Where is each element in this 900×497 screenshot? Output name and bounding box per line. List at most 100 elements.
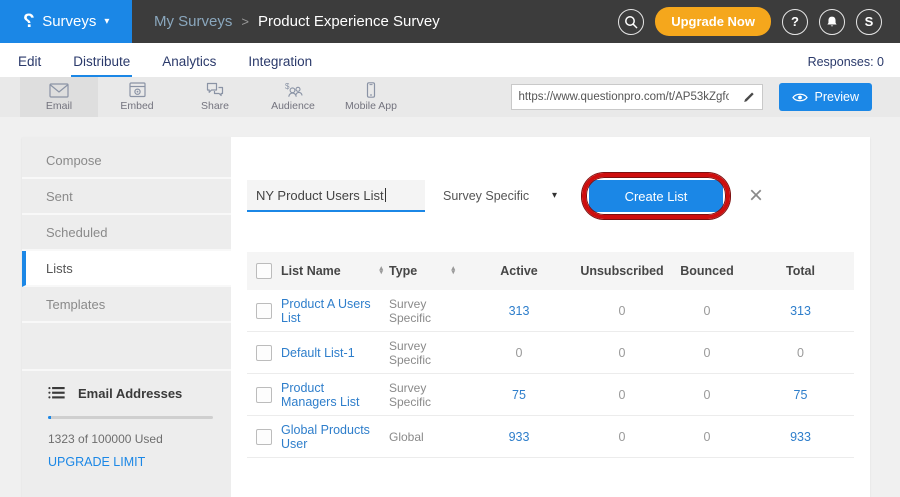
breadcrumb-separator: > [241, 14, 249, 29]
total-count[interactable]: 75 [747, 388, 854, 402]
table-row: Product A Users List Survey Specific 313… [247, 290, 854, 332]
unsubscribed-count: 0 [577, 346, 667, 360]
responses-count[interactable]: Responses: 0 [808, 55, 884, 77]
bounced-count: 0 [667, 430, 747, 444]
active-count[interactable]: 75 [461, 388, 577, 402]
toolbar-item-label: Audience [271, 100, 315, 112]
lists-table: List Name ▴▾ Type ▴▾ Active Unsubscribed… [247, 252, 854, 458]
notifications-button[interactable] [819, 9, 845, 35]
unsubscribed-count: 0 [577, 304, 667, 318]
active-count[interactable]: 0 [461, 346, 577, 360]
create-list-row: NY Product Users List Survey Specific ▾ … [247, 180, 854, 212]
list-name-input[interactable]: NY Product Users List [247, 180, 425, 212]
breadcrumb-my-surveys[interactable]: My Surveys [154, 13, 232, 30]
upgrade-now-button[interactable]: Upgrade Now [655, 7, 771, 36]
toolbar-item-share[interactable]: Share [176, 77, 254, 117]
row-checkbox[interactable] [256, 387, 272, 403]
active-count[interactable]: 933 [461, 430, 577, 444]
sort-list-name-icon[interactable]: ▴▾ [379, 267, 383, 276]
create-list-wrap: Create List [589, 180, 723, 212]
preview-button[interactable]: Preview [779, 83, 872, 111]
toolbar-item-label: Embed [120, 100, 153, 112]
toolbar-right: Preview [511, 77, 900, 117]
bounced-count: 0 [667, 388, 747, 402]
list-type-selected: Survey Specific [443, 189, 529, 203]
close-create-form-button[interactable]: × [749, 184, 763, 208]
toolbar-item-label: Mobile App [345, 100, 397, 112]
tab-distribute[interactable]: Distribute [71, 47, 132, 77]
email-usage-text: 1323 of 100000 Used [22, 432, 231, 446]
mobile-phone-icon [363, 82, 379, 98]
column-active: Active [461, 264, 577, 278]
survey-url-box [511, 84, 763, 110]
create-list-button[interactable]: Create List [589, 180, 723, 212]
upgrade-limit-link[interactable]: UPGRADE LIMIT [48, 455, 145, 469]
email-addresses-header: Email Addresses [22, 385, 231, 401]
distribute-content: Compose Sent Scheduled Lists Templates E… [22, 137, 870, 497]
column-unsubscribed: Unsubscribed [577, 264, 667, 278]
list-name-link[interactable]: Global Products User [281, 423, 383, 451]
list-type-dropdown[interactable]: Survey Specific ▾ [435, 180, 565, 212]
embed-icon [129, 82, 146, 98]
pencil-icon [742, 91, 755, 104]
breadcrumb-survey-title: Product Experience Survey [258, 13, 440, 30]
tab-integration[interactable]: Integration [246, 47, 314, 77]
product-menu-label: Surveys [42, 13, 96, 30]
chevron-down-icon: ▾ [104, 17, 109, 27]
unsubscribed-count: 0 [577, 430, 667, 444]
tab-edit[interactable]: Edit [16, 47, 43, 77]
toolbar-item-mobile-app[interactable]: Mobile App [332, 77, 410, 117]
list-name-link[interactable]: Product A Users List [281, 297, 383, 325]
sidebar-item-scheduled[interactable]: Scheduled [22, 215, 231, 251]
email-usage-progress-fill [48, 416, 51, 419]
sidebar-item-compose[interactable]: Compose [22, 143, 231, 179]
question-mark-icon: ? [791, 14, 799, 29]
column-list-name: List Name [281, 264, 341, 278]
list-name-value: NY Product Users List [256, 188, 384, 203]
share-icon [206, 82, 224, 98]
lists-panel: NY Product Users List Survey Specific ▾ … [231, 137, 870, 497]
top-bar: ? Surveys ▾ My Surveys > Product Experie… [0, 0, 900, 43]
select-all-checkbox[interactable] [256, 263, 272, 279]
account-avatar[interactable]: S [856, 9, 882, 35]
envelope-icon [49, 83, 69, 98]
tab-analytics[interactable]: Analytics [160, 47, 218, 77]
toolbar-item-embed[interactable]: Embed [98, 77, 176, 117]
bell-icon [824, 14, 840, 30]
table-row: Product Managers List Survey Specific 75… [247, 374, 854, 416]
surveys-product-menu[interactable]: ? Surveys ▾ [0, 0, 132, 43]
chevron-down-icon: ▾ [552, 191, 557, 201]
toolbar-item-email[interactable]: Email [20, 77, 98, 117]
table-row: Global Products User Global 933 0 0 933 [247, 416, 854, 458]
sidebar-item-sent[interactable]: Sent [22, 179, 231, 215]
distribute-toolbar: Email Embed Share $ [0, 77, 900, 117]
help-button[interactable]: ? [782, 9, 808, 35]
active-count[interactable]: 313 [461, 304, 577, 318]
sidebar-item-lists[interactable]: Lists [22, 251, 231, 287]
breadcrumb: My Surveys > Product Experience Survey [154, 13, 440, 30]
column-type: Type [389, 264, 417, 278]
audience-icon: $ [284, 82, 303, 98]
toolbar-item-audience[interactable]: $ Audience [254, 77, 332, 117]
unsubscribed-count: 0 [577, 388, 667, 402]
total-count[interactable]: 0 [747, 346, 854, 360]
sidebar-item-templates[interactable]: Templates [22, 287, 231, 323]
edit-url-button[interactable] [736, 85, 762, 109]
list-name-link[interactable]: Default List-1 [281, 346, 355, 360]
row-checkbox[interactable] [256, 429, 272, 445]
email-sidebar: Compose Sent Scheduled Lists Templates E… [22, 137, 231, 497]
survey-nav: Edit Distribute Analytics Integration Re… [0, 43, 900, 77]
total-count[interactable]: 313 [747, 304, 854, 318]
total-count[interactable]: 933 [747, 430, 854, 444]
email-usage-progressbar [48, 416, 213, 419]
list-type-cell: Survey Specific [389, 381, 455, 409]
table-header-row: List Name ▴▾ Type ▴▾ Active Unsubscribed… [247, 252, 854, 290]
list-name-link[interactable]: Product Managers List [281, 381, 383, 409]
row-checkbox[interactable] [256, 345, 272, 361]
sort-type-icon[interactable]: ▴▾ [451, 267, 455, 276]
table-row: Default List-1 Survey Specific 0 0 0 0 [247, 332, 854, 374]
search-button[interactable] [618, 9, 644, 35]
email-addresses-section: Email Addresses 1323 of 100000 Used UPGR… [22, 369, 231, 471]
survey-url-input[interactable] [512, 91, 736, 103]
row-checkbox[interactable] [256, 303, 272, 319]
